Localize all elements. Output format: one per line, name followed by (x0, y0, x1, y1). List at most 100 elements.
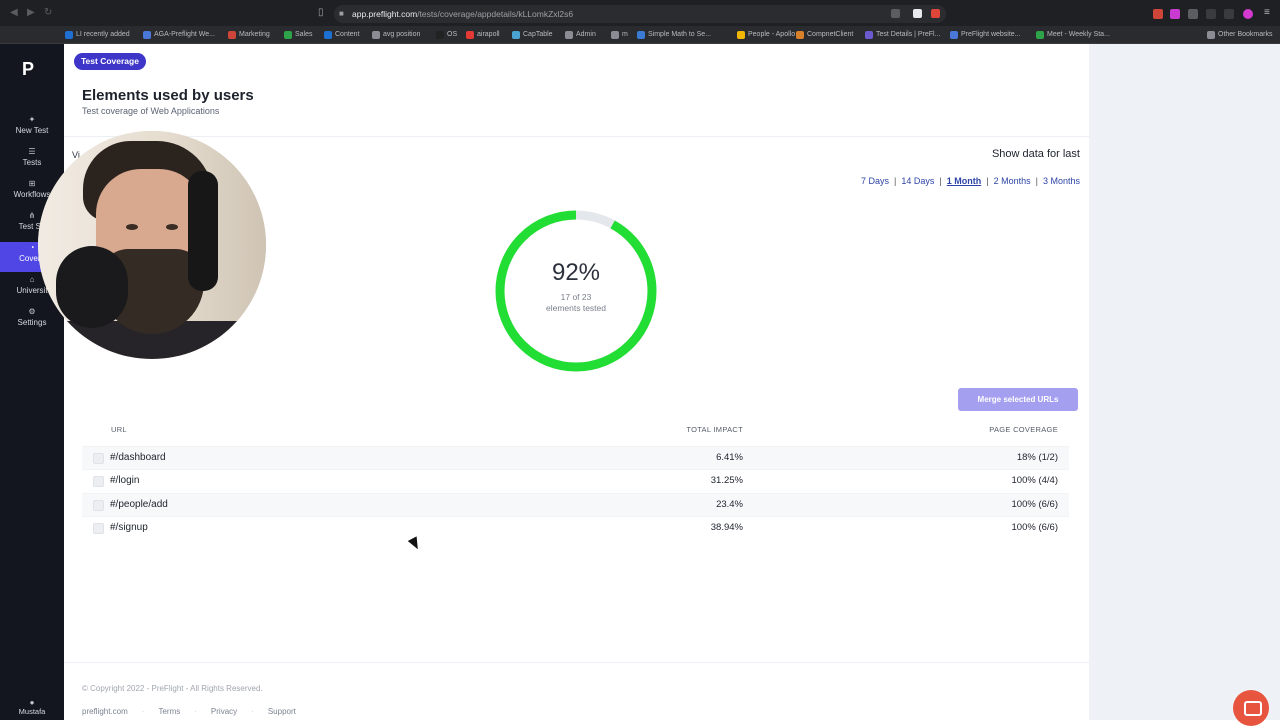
chat-support-button[interactable] (1233, 690, 1269, 726)
table-row[interactable]: #/people/add 23.4% 100% (6/6) (82, 492, 1069, 516)
webcam-overlay (38, 131, 266, 359)
footer-link-terms[interactable]: Terms (158, 707, 180, 716)
bookmark-item[interactable]: Meet - Weekly Sta... (1036, 29, 1110, 41)
range-separator: | (939, 176, 942, 186)
row-impact: 38.94% (710, 521, 743, 533)
bookmark-item[interactable]: Test Details | PreFl... (865, 29, 940, 41)
right-panel (1089, 44, 1280, 720)
extension-icon[interactable] (1153, 9, 1163, 19)
bookmark-page-icon[interactable]: ▯ (318, 8, 328, 18)
range-separator: | (894, 176, 897, 186)
extensions-puzzle-icon[interactable] (1188, 9, 1198, 19)
row-impact: 23.4% (716, 498, 743, 510)
preflight-logo[interactable]: P (22, 60, 42, 78)
bookmark-item[interactable]: airapoll (466, 29, 500, 41)
user-menu[interactable]: ● Mustafa (0, 698, 64, 720)
table-row[interactable]: #/dashboard 6.41% 18% (1/2) (82, 446, 1069, 469)
table-row[interactable]: #/signup 38.94% 100% (6/6) (82, 515, 1069, 539)
bookmark-item[interactable]: AGA-Preflight We... (143, 29, 215, 41)
row-checkbox[interactable] (93, 453, 104, 464)
bookmark-item[interactable]: Content (324, 29, 360, 41)
footer-separator: · (251, 707, 254, 716)
range-option-14-days[interactable]: 14 Days (901, 176, 934, 186)
row-checkbox[interactable] (93, 499, 104, 511)
page-subtitle: Test coverage of Web Applications (82, 106, 220, 116)
forward-icon[interactable]: ▶ (27, 8, 37, 18)
back-icon[interactable]: ◀ (10, 8, 20, 18)
footer-link-preflight-com[interactable]: preflight.com (82, 707, 128, 716)
impact-column-header[interactable]: TOTAL IMPACT (686, 425, 743, 434)
url-column-header[interactable]: URL (111, 425, 127, 434)
merge-urls-button[interactable]: Merge selected URLs (958, 388, 1078, 411)
bookmark-item[interactable]: PreFlight website... (950, 29, 1021, 41)
bookmark-item[interactable]: LI recently added (65, 29, 130, 41)
footer-separator: · (141, 707, 145, 716)
coverage-percent: 92% (551, 259, 601, 286)
row-coverage: 100% (6/6) (1011, 498, 1058, 510)
url-host: app.preflight.com (352, 9, 418, 19)
plus-icon: ✦ (28, 115, 36, 124)
row-url[interactable]: #/dashboard (110, 452, 166, 463)
reload-icon[interactable]: ↻ (44, 8, 54, 18)
sidebar-toggle-icon[interactable] (1206, 9, 1216, 19)
brave-shield-icon[interactable] (913, 9, 922, 18)
brave-rewards-icon[interactable] (931, 9, 940, 18)
row-url[interactable]: #/signup (110, 522, 148, 533)
footer-separator: · (194, 707, 197, 716)
copyright-text: © Copyright 2022 - PreFlight - All Right… (82, 684, 263, 693)
row-url[interactable]: #/people/add (110, 499, 168, 510)
menu-icon[interactable]: ≡ (1264, 8, 1274, 18)
table-header: URL TOTAL IMPACT PAGE COVERAGE (82, 420, 1069, 446)
row-url[interactable]: #/login (110, 475, 139, 486)
footer-links: preflight.com · Terms · Privacy · Support (82, 707, 296, 716)
row-coverage: 100% (6/6) (1011, 521, 1058, 533)
bookmark-item[interactable]: avg position (372, 29, 420, 41)
range-selector: 7 Days | 14 Days | 1 Month | 2 Months | 3 Months (861, 176, 1080, 186)
footer-divider (64, 662, 1089, 663)
share-icon[interactable] (891, 9, 900, 18)
range-separator: | (986, 176, 989, 186)
bookmark-item[interactable]: People - Apollo (737, 29, 795, 41)
table-row[interactable]: #/login 31.25% 100% (4/4) (82, 469, 1069, 492)
wallet-icon[interactable] (1224, 9, 1234, 19)
browser-toolbar: ◀ ▶ ↻ ▯ ■ app.preflight.com/tests/covera… (0, 0, 1280, 26)
range-separator: | (1035, 176, 1038, 186)
row-checkbox[interactable] (93, 476, 104, 488)
footer-link-support[interactable]: Support (268, 707, 296, 716)
range-option-7-days[interactable]: 7 Days (861, 176, 889, 186)
bookmark-item[interactable]: m (611, 29, 628, 41)
range-option-3-months[interactable]: 3 Months (1043, 176, 1080, 186)
row-checkbox[interactable] (93, 522, 104, 534)
bookmark-item[interactable]: Simple Math to Se... (637, 29, 711, 41)
row-impact: 6.41% (716, 452, 743, 463)
bookmarks-bar: LI recently added AGA-Preflight We... Mark… (0, 26, 1280, 44)
range-label: Show data for last (991, 148, 1080, 160)
range-option-1-month[interactable]: 1 Month (947, 176, 982, 186)
bookmark-item[interactable]: Admin (565, 29, 596, 41)
row-coverage: 18% (1/2) (1016, 452, 1058, 463)
user-name: Mustafa (18, 707, 46, 716)
bookmark-item[interactable]: CompnetClient (796, 29, 853, 41)
extension-icon[interactable] (1170, 9, 1180, 19)
page-title: Elements used by users (82, 87, 254, 104)
address-bar[interactable]: ■ app.preflight.com/tests/coverage/appde… (334, 5, 946, 23)
user-icon: ● (29, 698, 35, 707)
url-coverage-table: URL TOTAL IMPACT PAGE COVERAGE #/dashboa… (82, 420, 1069, 534)
row-impact: 31.25% (710, 475, 743, 487)
bookmark-item[interactable]: Sales (284, 29, 313, 41)
bookmark-item[interactable]: OS (436, 29, 457, 41)
range-option-2-months[interactable]: 2 Months (994, 176, 1031, 186)
footer-link-privacy[interactable]: Privacy (211, 707, 237, 716)
tested-count: 17 of 23 (560, 292, 592, 302)
row-coverage: 100% (4/4) (1011, 475, 1058, 487)
coverage-summary: 92% 17 of 23 elements tested (494, 209, 658, 373)
lock-icon: ■ (339, 9, 344, 18)
bookmark-item[interactable]: Marketing (228, 29, 270, 41)
bookmark-item[interactable]: Other Bookmarks (1207, 29, 1272, 41)
test-coverage-badge[interactable]: Test Coverage (74, 53, 146, 70)
bookmark-item[interactable]: CapTable (512, 29, 553, 41)
tested-suffix: elements tested (545, 303, 606, 313)
coverage-count: 17 of 23 elements tested (494, 292, 658, 314)
profile-avatar-icon[interactable] (1243, 9, 1253, 19)
coverage-column-header[interactable]: PAGE COVERAGE (989, 425, 1058, 434)
